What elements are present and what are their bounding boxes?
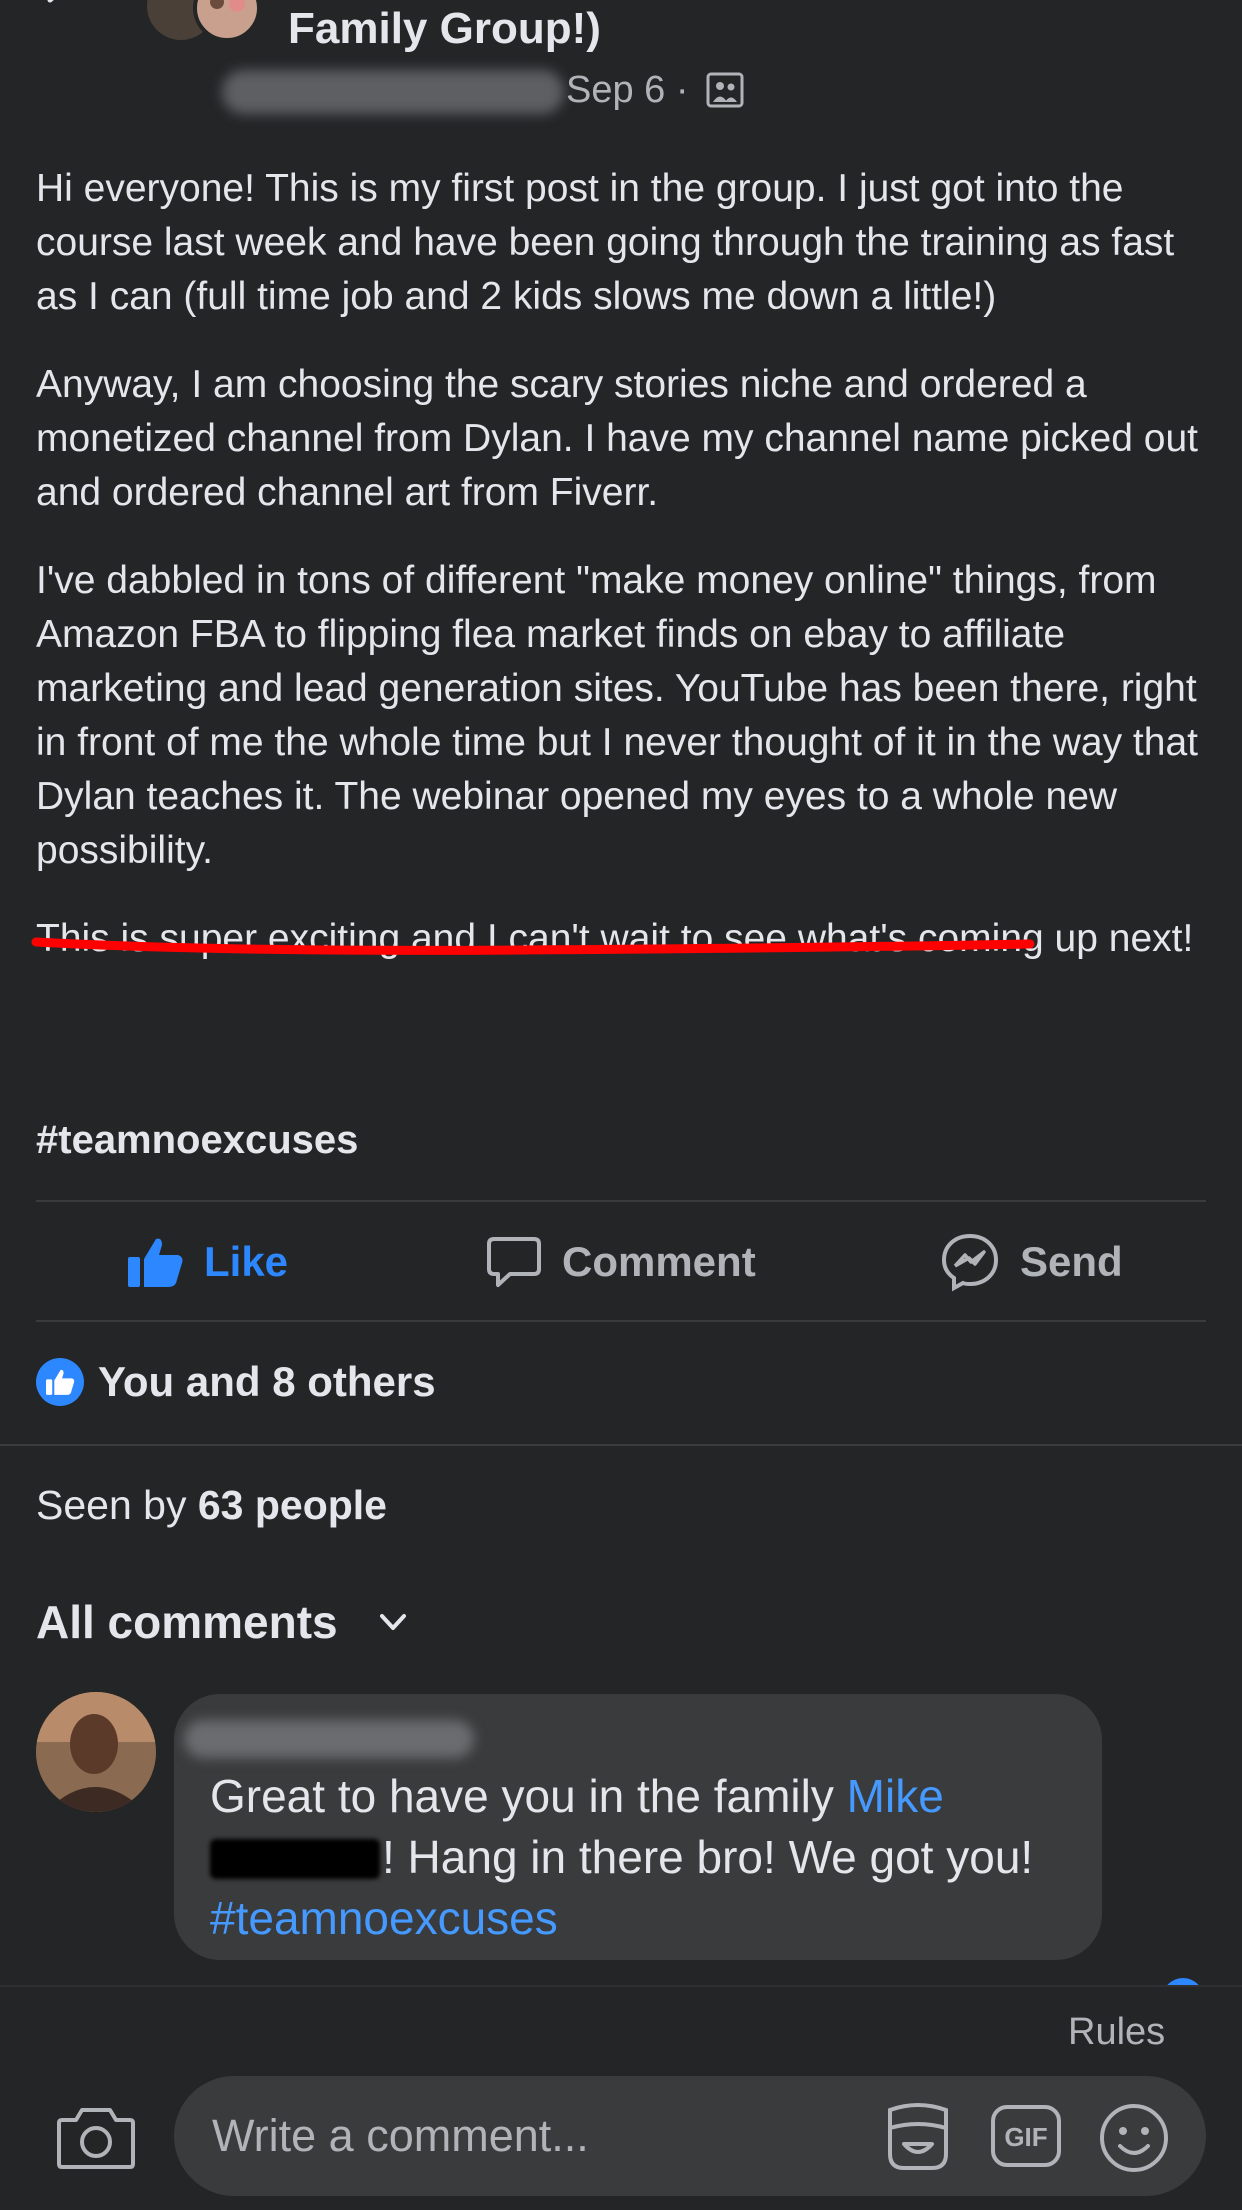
group-icon [706,72,744,108]
send-label: Send [1020,1238,1123,1285]
avatar-sticker-icon[interactable] [880,2098,956,2174]
back-chevron-icon[interactable] [40,0,76,18]
comment-label: Comment [562,1238,756,1285]
comment-button[interactable]: Comment [486,1234,756,1290]
comment-hashtag[interactable]: #teamnoexcuses [210,1892,558,1944]
group-title[interactable]: Family Group!) [288,0,601,58]
chevron-down-icon[interactable] [376,1608,410,1636]
comment-icon [487,1237,541,1287]
like-icon [128,1238,183,1287]
svg-text:GIF: GIF [1004,2122,1047,2152]
gif-icon[interactable]: GIF [990,2104,1062,2168]
redacted-author-name [222,70,564,114]
comment-mention[interactable]: Mike [847,1770,944,1822]
divider [36,1200,1206,1202]
post-paragraph: Anyway, I am choosing the scary stories … [36,363,1198,514]
post-date[interactable]: Sep 6 · [566,66,689,114]
send-button[interactable]: Send [940,1233,1123,1292]
redacted-commenter-name [184,1720,474,1758]
seen-by-count: 63 people [197,1482,387,1528]
divider [36,1320,1206,1322]
commenter-avatar[interactable] [36,1692,156,1812]
emoji-icon[interactable] [1098,2102,1170,2174]
seen-by-prefix: Seen by [36,1482,187,1528]
like-label: Like [204,1238,289,1285]
post-paragraph: I've dabbled in tons of different "make … [36,559,1198,872]
post-hashtag[interactable]: #teamnoexcuses [36,1118,358,1163]
like-button[interactable]: Like [126,1234,288,1290]
rules-link[interactable]: Rules [1068,2008,1165,2056]
messenger-icon [941,1233,999,1292]
redacted-mention [210,1839,380,1879]
red-underline-annotation [31,937,1035,955]
comment-text: Great to have you in the family Mike ! Ha… [210,1766,1090,1949]
seen-by[interactable]: Seen by 63 people [36,1480,387,1530]
comment-text-start: Great to have you in the family [210,1770,847,1822]
reaction-summary[interactable]: You and 8 others [98,1358,436,1406]
group-avatar[interactable] [145,0,263,42]
post-paragraph: Hi everyone! This is my first post in th… [36,167,1175,318]
divider [0,1444,1242,1446]
comment-text-end: ! Hang in there bro! We got you! [382,1831,1034,1883]
like-reaction-icon [36,1358,84,1406]
post-body: Hi everyone! This is my first post in th… [36,162,1216,1000]
camera-icon[interactable] [56,2104,136,2170]
all-comments-filter[interactable]: All comments [36,1594,338,1650]
